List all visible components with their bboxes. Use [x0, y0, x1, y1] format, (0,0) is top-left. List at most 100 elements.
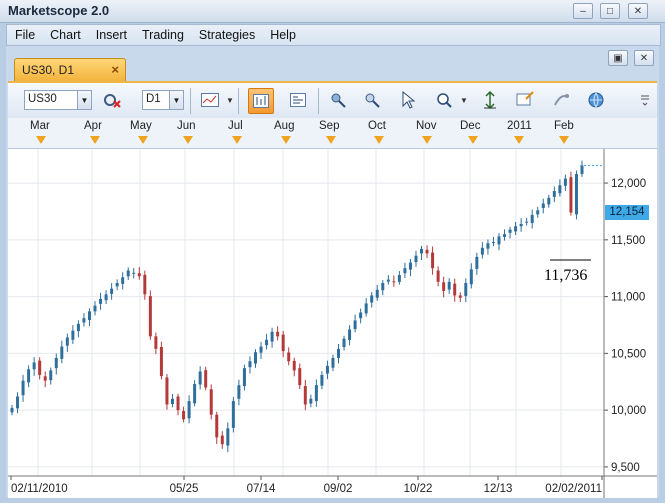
candle-body	[547, 197, 551, 205]
candle-body	[314, 385, 318, 402]
candle-body	[453, 283, 457, 296]
candle-body	[491, 242, 495, 244]
candle-body	[182, 411, 186, 420]
candle-body	[569, 177, 573, 213]
x-tick-label: 09/02	[324, 483, 353, 495]
instrument-select[interactable]: US30 ▼	[24, 90, 92, 110]
restore-icon[interactable]: ▣	[608, 50, 628, 66]
candle-body	[503, 234, 507, 237]
candle-body	[519, 223, 523, 227]
y-tick-label: 9,500	[611, 462, 640, 474]
menu-chart[interactable]: Chart	[42, 25, 88, 42]
marker-icon[interactable]	[422, 136, 432, 144]
minimize-icon[interactable]: –	[573, 3, 593, 19]
crosshair-cursor-icon[interactable]	[326, 88, 350, 112]
menu-strategies[interactable]: Strategies	[191, 25, 262, 42]
marker-icon[interactable]	[514, 136, 524, 144]
candle-body	[381, 282, 385, 291]
data-cursor-icon[interactable]	[360, 88, 384, 112]
marker-icon[interactable]	[326, 136, 336, 144]
candle-body	[276, 331, 280, 337]
candle-body	[110, 288, 114, 294]
chevron-down-icon[interactable]: ▼	[169, 91, 183, 109]
zoom-icon[interactable]	[432, 88, 456, 112]
maximize-icon[interactable]: □	[600, 3, 620, 19]
candle-body	[359, 312, 363, 319]
candle-body	[530, 214, 534, 224]
menu-help[interactable]: Help	[262, 25, 303, 42]
month-label: Mar	[30, 120, 50, 132]
candle-body	[253, 352, 257, 364]
candle-body	[43, 376, 47, 381]
x-tick-label: 02/11/2010	[11, 483, 68, 495]
marker-icon[interactable]	[559, 136, 569, 144]
chart-link-icon[interactable]	[549, 88, 573, 112]
menu-trading[interactable]: Trading	[134, 25, 191, 42]
doc-close-icon[interactable]: ✕	[634, 50, 654, 66]
remove-instrument-icon[interactable]	[100, 88, 124, 112]
candle-body	[525, 221, 529, 223]
chart-type-icon[interactable]	[198, 88, 222, 112]
candle-body	[408, 262, 412, 270]
candle-body	[392, 281, 396, 283]
candle-body	[170, 398, 174, 405]
month-label: Jun	[177, 120, 196, 132]
candle-body	[320, 374, 324, 386]
menu-file[interactable]: File	[7, 25, 42, 42]
y-tick-label: 11,500	[611, 235, 645, 247]
marker-icon[interactable]	[281, 136, 291, 144]
candle-body	[27, 369, 31, 383]
candle-body	[159, 347, 163, 377]
candle-body	[536, 210, 540, 215]
candle-body	[486, 243, 490, 249]
last-price-badge: 12,154	[605, 205, 649, 220]
candle-body	[126, 270, 130, 277]
marker-icon[interactable]	[374, 136, 384, 144]
marker-icon[interactable]	[138, 136, 148, 144]
tab-label: US30, D1	[22, 63, 75, 77]
candle-body	[447, 281, 451, 290]
marker-icon[interactable]	[232, 136, 242, 144]
month-label: Dec	[460, 120, 481, 132]
toolbar-overflow-icon[interactable]	[638, 88, 652, 112]
menu-insert[interactable]: Insert	[88, 25, 134, 42]
candle-body	[10, 407, 14, 413]
marker-icon[interactable]	[90, 136, 100, 144]
bar-view-icon[interactable]	[248, 88, 274, 114]
candle-body	[292, 360, 296, 371]
chevron-down-icon[interactable]: ▼	[226, 96, 234, 105]
tab-close-icon[interactable]: ×	[111, 62, 119, 77]
candle-body	[154, 336, 158, 349]
price-chart[interactable]: 9,500 10,000 10,500 11,000 11,500 12,000 02/11…	[8, 148, 657, 498]
marker-icon[interactable]	[468, 136, 478, 144]
candle-body	[231, 401, 235, 428]
chevron-down-icon[interactable]: ▼	[77, 91, 91, 109]
tab-us30-d1[interactable]: US30, D1 ×	[14, 58, 126, 81]
toolbar-separator	[318, 88, 319, 114]
candle-body	[281, 334, 285, 352]
properties-icon[interactable]	[513, 88, 537, 112]
pointer-icon[interactable]	[396, 88, 420, 112]
candle-body	[248, 361, 252, 368]
timeframe-select[interactable]: D1 ▼	[142, 90, 184, 110]
candlestick-chart[interactable]: 9,500 10,000 10,500 11,000 11,500 12,000 02/11…	[8, 149, 657, 498]
close-icon[interactable]: ✕	[628, 3, 648, 19]
candle-body	[574, 173, 578, 215]
globe-icon[interactable]	[584, 88, 608, 112]
chevron-down-icon[interactable]: ▼	[460, 96, 468, 105]
candle-body	[541, 203, 545, 209]
candle-body	[16, 396, 20, 409]
menu-bar: File Chart Insert Trading Strategies Help	[6, 24, 661, 46]
month-label: Nov	[416, 120, 437, 132]
candle-body	[436, 270, 440, 282]
candle-body	[431, 252, 435, 269]
marker-icon[interactable]	[183, 136, 193, 144]
indicator-view-icon[interactable]	[286, 88, 310, 112]
candle-body	[115, 282, 119, 287]
candle-body	[469, 269, 473, 285]
candle-body	[414, 255, 418, 263]
candle-body	[514, 226, 518, 232]
x-tick-label: 07/14	[247, 483, 276, 495]
marker-icon[interactable]	[36, 136, 46, 144]
fit-vertical-icon[interactable]	[478, 88, 502, 112]
